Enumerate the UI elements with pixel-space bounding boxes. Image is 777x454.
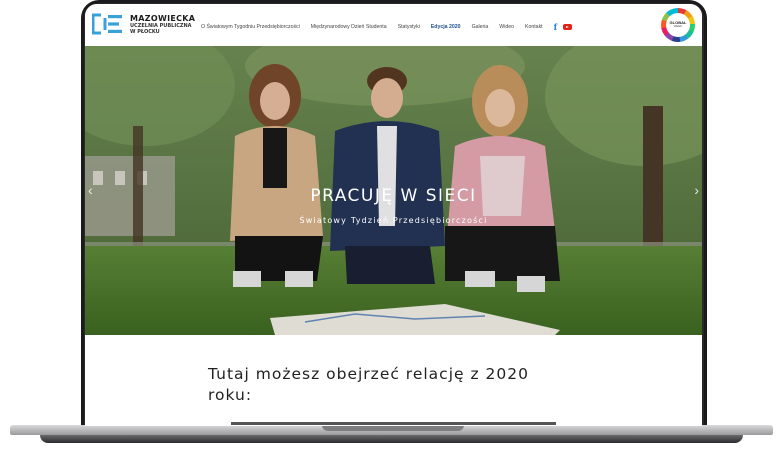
youtube-icon[interactable]	[563, 24, 573, 30]
main-nav: O Światowym Tygodniu Przedsiębiorczości …	[201, 22, 573, 32]
site-header: MAZOWIECKA UCZELNIA PUBLICZNA W PŁOCKU O…	[85, 4, 702, 46]
nav-item-about[interactable]: O Światowym Tygodniu Przedsiębiorczości	[201, 24, 300, 30]
brand-name[interactable]: MAZOWIECKA UCZELNIA PUBLICZNA W PŁOCKU	[130, 15, 195, 35]
global-entrepreneurship-week-badge[interactable]: GLOBAL WEEK	[661, 8, 695, 42]
nav-item-video[interactable]: Wideo	[499, 24, 514, 30]
hero-title: PRACUJĘ W SIECI	[310, 186, 477, 206]
hero-subtitle: Światowy Tydzień Przedsiębiorczości	[299, 216, 488, 225]
nav-item-statistics[interactable]: Statystyki	[398, 24, 420, 30]
social-links: f	[554, 22, 573, 32]
nav-item-contact[interactable]: Kontakt	[525, 24, 543, 30]
nav-item-edition-2020[interactable]: Edycja 2020	[431, 24, 461, 30]
brand-line-1: MAZOWIECKA	[130, 14, 196, 23]
nav-item-gallery[interactable]: Galeria	[472, 24, 489, 30]
logo-icon[interactable]	[92, 13, 124, 35]
laptop-base-lip	[40, 435, 743, 443]
brand-line-3: W PŁOCKU	[130, 29, 160, 35]
badge-line-2: WEEK	[673, 24, 683, 29]
hero-slider: ‹ › PRACUJĘ W SIECI Światowy Tydzień Prz…	[85, 46, 702, 335]
facebook-icon[interactable]: f	[554, 22, 557, 32]
laptop-screen: MAZOWIECKA UCZELNIA PUBLICZNA W PŁOCKU O…	[85, 4, 702, 426]
video-embed-top-edge[interactable]	[231, 422, 556, 425]
badge-center: GLOBAL WEEK	[666, 13, 690, 37]
section-heading: Tutaj możesz obejrzeć relację z 2020 rok…	[208, 365, 529, 404]
nav-item-student-day[interactable]: Międzynarodowy Dzień Studenta	[311, 24, 387, 30]
